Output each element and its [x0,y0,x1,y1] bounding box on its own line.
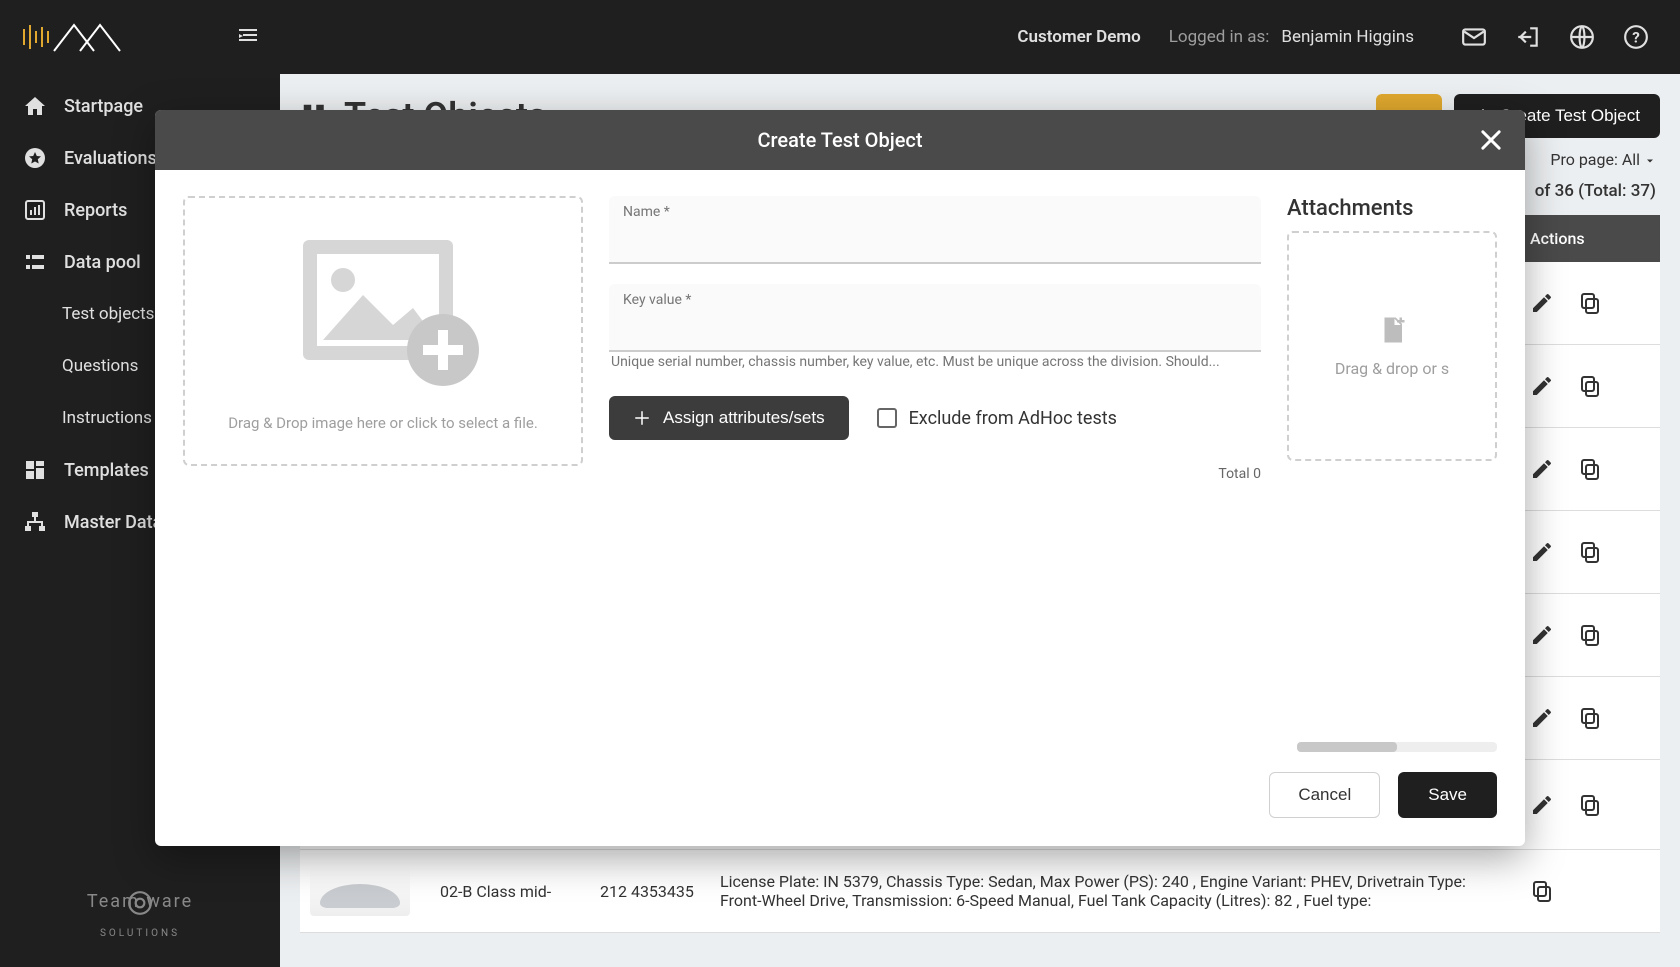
total-label: Total 0 [609,460,1261,482]
attachments-column: Attachments Drag & drop or s [1287,196,1497,461]
modal-body: Drag & Drop image here or click to selec… [155,170,1525,492]
close-icon[interactable] [1477,126,1505,154]
keyvalue-label: Key value * [623,292,1247,308]
exclude-adhoc-checkbox[interactable]: Exclude from AdHoc tests [877,408,1117,429]
assign-button-label: Assign attributes/sets [663,408,825,428]
name-field[interactable]: Name * [609,196,1261,264]
attachments-drop-text: Drag & drop or s [1335,359,1449,378]
modal-header: Create Test Object [155,110,1525,170]
name-input[interactable] [623,220,1247,258]
keyvalue-input[interactable] [623,308,1247,346]
modal-footer: Cancel Save [155,752,1525,846]
drop-image-text: Drag & Drop image here or click to selec… [228,414,538,432]
create-test-object-modal: Create Test Object Drag & Dro [155,110,1525,846]
assign-attributes-button[interactable]: Assign attributes/sets [609,396,849,440]
keyvalue-hint: Unique serial number, chassis number, ke… [609,352,1261,370]
modal-scrollbar[interactable] [183,742,1497,752]
keyvalue-field[interactable]: Key value * [609,284,1261,352]
cancel-button[interactable]: Cancel [1269,772,1380,818]
form-column: Name * Key value * Unique serial number,… [609,196,1261,482]
modal-title: Create Test Object [757,128,922,152]
attachments-title: Attachments [1287,196,1497,221]
exclude-label: Exclude from AdHoc tests [909,408,1117,429]
modal-backdrop: Create Test Object Drag & Dro [0,0,1680,967]
save-button[interactable]: Save [1398,772,1497,818]
attachments-dropzone[interactable]: Drag & drop or s [1287,231,1497,461]
image-dropzone[interactable]: Drag & Drop image here or click to selec… [183,196,583,466]
checkbox-box [877,408,897,428]
name-label: Name * [623,204,1247,220]
file-add-icon [1377,315,1407,345]
image-placeholder-icon [283,230,483,394]
